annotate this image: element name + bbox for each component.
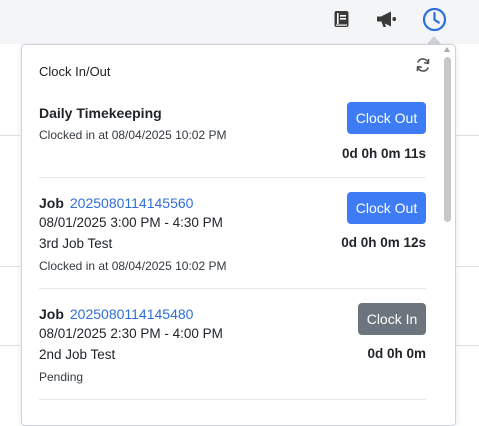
megaphone-icon[interactable] <box>374 6 400 32</box>
refresh-icon[interactable] <box>415 57 431 73</box>
entry-title-text: Job <box>39 306 64 322</box>
entry-divider <box>39 288 426 289</box>
scroll-up-arrow-icon[interactable] <box>444 47 450 52</box>
entry-status: Clocked in at 08/04/2025 10:02 PM <box>39 128 227 142</box>
page-background-right <box>456 44 479 419</box>
panel-title: Clock In/Out <box>39 64 111 79</box>
job-number-link[interactable]: 2025080114145480 <box>70 306 194 322</box>
job-number-link[interactable]: 2025080114145560 <box>70 195 194 211</box>
entry-title-text: Job <box>39 195 64 211</box>
background-divider <box>456 135 479 136</box>
entry-title-text: Daily Timekeeping <box>39 105 162 121</box>
job-entry: Job 2025080114145480 08/01/2025 2:30 PM -… <box>39 302 426 398</box>
timekeeping-entry: Daily Timekeeping Clocked in at 08/04/20… <box>39 101 426 177</box>
background-divider <box>456 266 479 267</box>
entry-title: Job 2025080114145480 <box>39 306 193 322</box>
scrollbar-thumb[interactable] <box>444 57 451 222</box>
background-divider <box>456 345 479 346</box>
book-icon[interactable] <box>328 6 354 32</box>
job-description: 3rd Job Test <box>39 236 113 251</box>
top-bar <box>0 0 479 44</box>
clock-icon[interactable] <box>421 6 447 32</box>
background-divider <box>0 345 20 346</box>
background-divider <box>0 266 20 267</box>
clock-out-button[interactable]: Clock Out <box>347 102 426 134</box>
job-date-range: 08/01/2025 3:00 PM - 4:30 PM <box>39 215 223 230</box>
entry-divider <box>39 399 426 400</box>
job-entry: Job 2025080114145560 08/01/2025 3:00 PM -… <box>39 191 426 287</box>
entry-status: Pending <box>39 370 84 384</box>
job-date-range: 08/01/2025 2:30 PM - 4:00 PM <box>39 326 223 341</box>
elapsed-timer: 0d 0h 0m 12s <box>341 235 426 250</box>
entry-title: Daily Timekeeping <box>39 105 162 121</box>
elapsed-timer: 0d 0h 0m <box>367 346 426 361</box>
entry-title: Job 2025080114145560 <box>39 195 193 211</box>
entry-divider <box>39 177 426 178</box>
job-description: 2nd Job Test <box>39 347 116 362</box>
clock-out-button[interactable]: Clock Out <box>347 192 426 224</box>
page-background-left <box>0 44 20 419</box>
dropdown-caret-inner <box>428 44 442 45</box>
background-divider <box>0 135 20 136</box>
clock-in-button[interactable]: Clock In <box>358 303 426 335</box>
clock-in-out-dropdown: Clock In/Out Daily Timekeeping Clocked i… <box>21 44 456 426</box>
elapsed-timer: 0d 0h 0m 11s <box>341 146 426 161</box>
entry-status: Clocked in at 08/04/2025 10:02 PM <box>39 259 227 273</box>
